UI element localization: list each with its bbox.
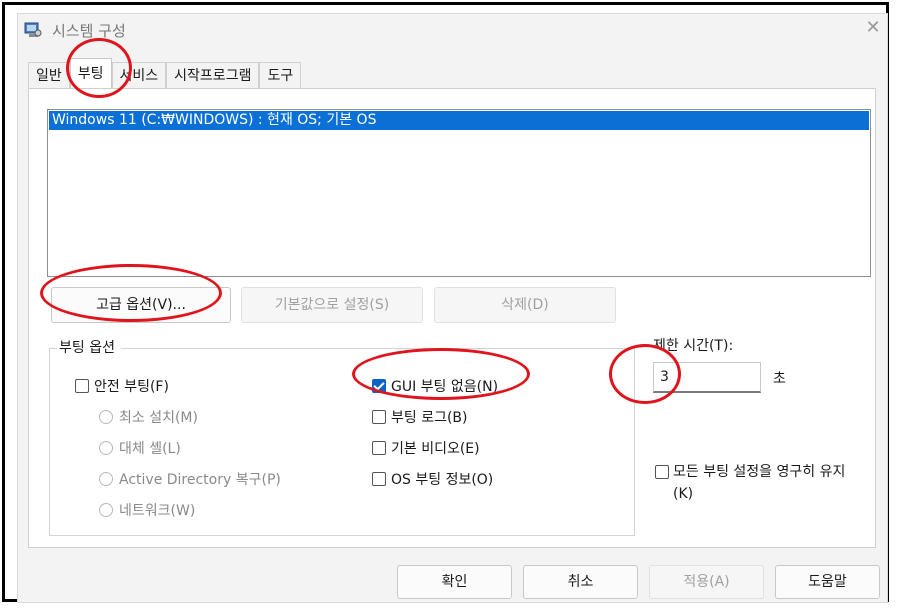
minimal-label: 최소 설치(M) bbox=[119, 410, 198, 426]
checkbox-box bbox=[372, 472, 386, 486]
minimal-radio[interactable]: 최소 설치(M) bbox=[99, 407, 198, 427]
system-config-icon bbox=[24, 22, 42, 37]
checkbox-box bbox=[75, 379, 89, 393]
radio-circle bbox=[99, 410, 113, 424]
os-list-item[interactable]: Windows 11 (C:₩WINDOWS) : 현재 OS; 기본 OS bbox=[49, 111, 869, 130]
boot-options-label: 부팅 옵션 bbox=[57, 337, 121, 357]
title-bar: 시스템 구성 ✕ bbox=[18, 14, 887, 48]
checkbox-box bbox=[655, 465, 669, 479]
base-video-label: 기본 비디오(E) bbox=[391, 441, 480, 457]
os-boot-info-label: OS 부팅 정보(O) bbox=[391, 472, 494, 488]
timeout-input[interactable]: 3 bbox=[653, 362, 761, 393]
boot-tab-page: Windows 11 (C:₩WINDOWS) : 현재 OS; 기본 OS 고… bbox=[28, 88, 876, 548]
tab-strip: 일반 부팅 서비스 시작프로그램 도구 bbox=[28, 58, 302, 88]
window-title: 시스템 구성 bbox=[52, 22, 126, 40]
make-permanent-checkbox[interactable]: 모든 부팅 설정을 영구히 유지 (K) bbox=[655, 461, 875, 505]
help-button[interactable]: 도움말 bbox=[775, 565, 880, 599]
network-radio[interactable]: 네트워크(W) bbox=[99, 500, 195, 520]
tab-tools[interactable]: 도구 bbox=[259, 62, 302, 88]
boot-log-checkbox[interactable]: 부팅 로그(B) bbox=[372, 407, 468, 427]
checkbox-box bbox=[372, 410, 386, 424]
no-gui-boot-label: GUI 부팅 없음(N) bbox=[391, 379, 499, 395]
safe-boot-checkbox[interactable]: 안전 부팅(F) bbox=[75, 376, 169, 396]
os-boot-info-checkbox[interactable]: OS 부팅 정보(O) bbox=[372, 469, 493, 489]
network-label: 네트워크(W) bbox=[119, 503, 196, 519]
checkbox-box bbox=[372, 441, 386, 455]
alternate-shell-radio[interactable]: 대체 셸(L) bbox=[99, 438, 181, 458]
ad-repair-label: Active Directory 복구(P) bbox=[119, 472, 281, 488]
apply-button[interactable]: 적용(A) bbox=[649, 565, 764, 599]
radio-circle bbox=[99, 503, 113, 517]
alternate-shell-label: 대체 셸(L) bbox=[119, 441, 181, 457]
make-permanent-label: 모든 부팅 설정을 영구히 유지 bbox=[673, 464, 846, 480]
timeout-unit: 초 bbox=[773, 371, 786, 387]
tab-services[interactable]: 서비스 bbox=[111, 62, 167, 88]
ok-button[interactable]: 확인 bbox=[397, 565, 512, 599]
timeout-label: 제한 시간(T): bbox=[653, 338, 734, 354]
boot-log-label: 부팅 로그(B) bbox=[391, 410, 468, 426]
checkmark-icon bbox=[372, 379, 386, 393]
cancel-button[interactable]: 취소 bbox=[523, 565, 638, 599]
set-default-button[interactable]: 기본값으로 설정(S) bbox=[241, 287, 423, 323]
screenshot-frame: 시스템 구성 ✕ 일반 부팅 서비스 시작프로그램 도구 Windows 11 … bbox=[2, 2, 889, 603]
tab-general[interactable]: 일반 bbox=[28, 62, 70, 88]
advanced-options-button[interactable]: 고급 옵션(V)... bbox=[51, 287, 231, 323]
msconfig-window: 시스템 구성 ✕ 일반 부팅 서비스 시작프로그램 도구 Windows 11 … bbox=[17, 13, 888, 603]
ad-repair-radio[interactable]: Active Directory 복구(P) bbox=[99, 469, 281, 489]
os-list[interactable]: Windows 11 (C:₩WINDOWS) : 현재 OS; 기본 OS bbox=[47, 109, 871, 277]
tab-boot[interactable]: 부팅 bbox=[69, 58, 112, 88]
tab-startup[interactable]: 시작프로그램 bbox=[166, 62, 260, 88]
base-video-checkbox[interactable]: 기본 비디오(E) bbox=[372, 438, 480, 458]
safe-boot-label: 안전 부팅(F) bbox=[94, 379, 169, 395]
radio-circle bbox=[99, 441, 113, 455]
radio-circle bbox=[99, 472, 113, 486]
make-permanent-accel: (K) bbox=[673, 486, 694, 502]
no-gui-boot-checkbox[interactable]: GUI 부팅 없음(N) bbox=[372, 376, 498, 396]
close-icon[interactable]: ✕ bbox=[863, 18, 883, 38]
delete-button[interactable]: 삭제(D) bbox=[434, 287, 616, 323]
